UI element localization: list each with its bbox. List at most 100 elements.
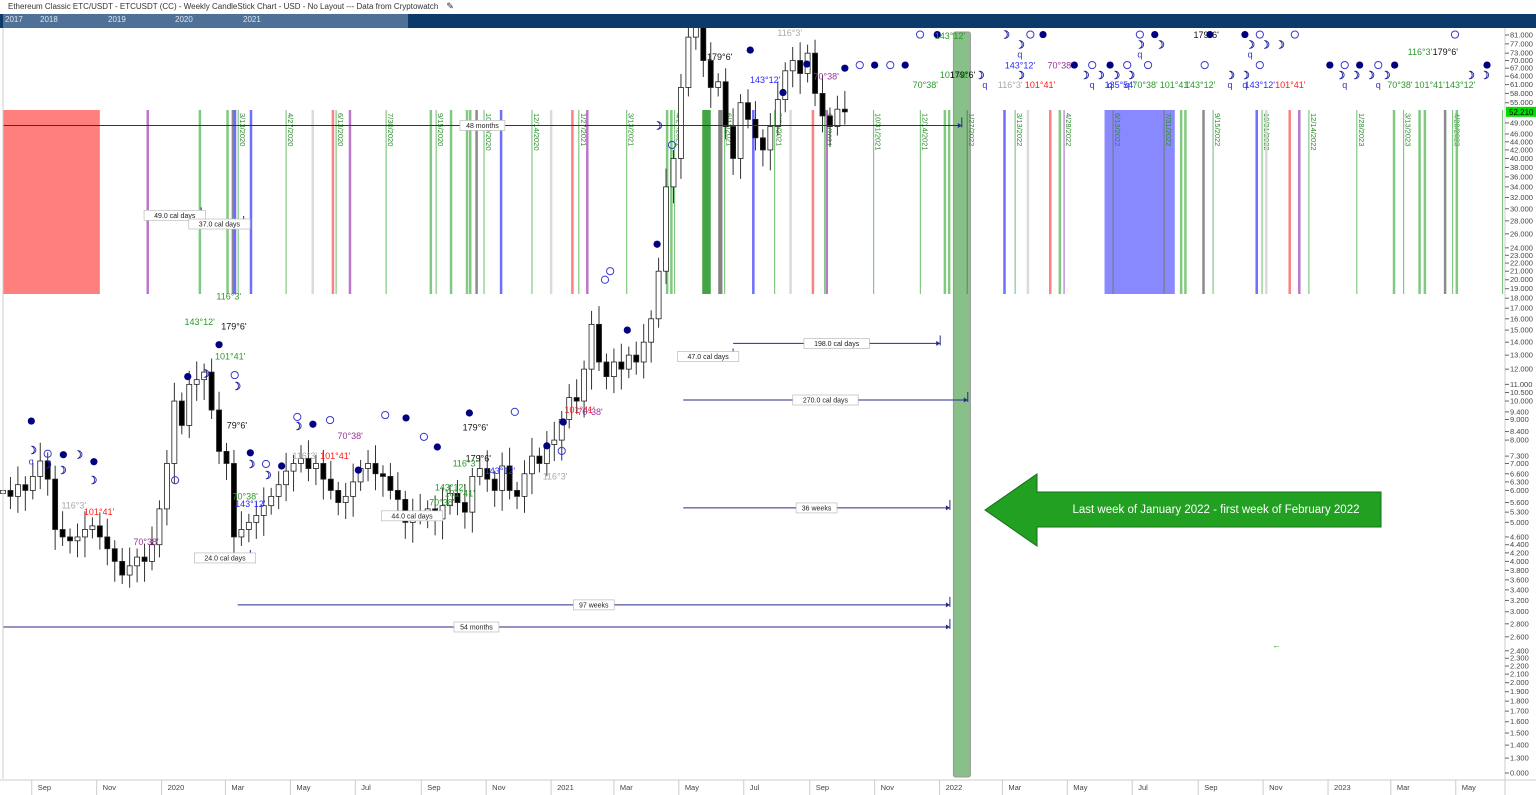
candle-up — [238, 529, 245, 538]
candle-down — [730, 126, 736, 159]
measure-arrowhead — [945, 602, 950, 608]
new-moon-marker — [293, 412, 302, 422]
price-tick-label: 2.600 — [1510, 632, 1529, 641]
full-moon-marker — [402, 414, 410, 422]
time-tick-label: 2023 — [1334, 783, 1351, 792]
aspect-label: 70°38' — [577, 407, 603, 417]
crescent-moon-icon: ☽ — [73, 450, 83, 462]
price-tick-label: 1.500 — [1510, 729, 1529, 738]
new-moon-marker — [170, 476, 180, 485]
aspect-label: 116°3' — [216, 291, 241, 301]
candle-down — [722, 81, 729, 127]
cycle-band-darkgray — [718, 110, 723, 294]
candle-down — [603, 361, 610, 377]
candle-up — [283, 470, 290, 486]
new-moon-marker — [600, 275, 610, 284]
node-glyph-icon: q — [1376, 80, 1381, 90]
full-moon-marker — [543, 442, 551, 450]
aspect-label: 143°12' — [1245, 80, 1276, 90]
candle-up — [342, 495, 349, 503]
cycle-date-label: 10/31/2021 — [874, 113, 883, 151]
measure-label: 24.0 cal days — [204, 555, 246, 562]
crescent-moon-icon: ☽ — [27, 445, 37, 457]
candle-down — [22, 484, 29, 491]
candle-down — [380, 473, 386, 477]
candle-up — [149, 544, 155, 562]
new-moon-marker — [1123, 60, 1132, 70]
candle-up — [625, 354, 632, 370]
node-glyph-icon: q — [1342, 80, 1347, 90]
candle-up — [640, 341, 647, 363]
aspect-label: 101°41' — [215, 351, 246, 361]
full-moon-marker — [1483, 61, 1491, 69]
time-tick-label: Sep — [1204, 783, 1217, 792]
aspect-label: 101°41' — [84, 507, 115, 517]
full-moon-marker — [1391, 61, 1399, 69]
price-tick-label: 13.000 — [1510, 351, 1533, 360]
full-moon-marker — [278, 462, 286, 470]
aspect-label: 143°12' — [935, 31, 966, 41]
price-tick-label: 58.000 — [1510, 89, 1533, 98]
price-tick-label: 40.000 — [1510, 154, 1533, 163]
crescent-moon-icon: ☽ — [1350, 70, 1360, 82]
full-moon-marker — [871, 61, 879, 69]
candle-up — [268, 495, 275, 507]
aspect-label: 179°6' — [1194, 30, 1220, 40]
candle-down — [59, 529, 66, 538]
time-axis[interactable]: Sep Nov 2020 Mar May Jul Sep Nov 2021 Mar May Jul Se… — [31, 780, 1476, 795]
candle-down — [819, 93, 826, 117]
aspect-label: 70°38' — [1132, 80, 1158, 90]
crescent-moon-icon: ☽ — [57, 465, 67, 477]
cycle-date-label: 3/13/2021 — [627, 113, 636, 146]
price-tick-label: 1.400 — [1510, 741, 1529, 750]
price-tick-label: 0.000 — [1510, 769, 1529, 778]
candle-up — [193, 379, 200, 385]
time-tick-label: May — [685, 783, 699, 792]
candle-up — [774, 99, 781, 127]
new-moon-marker — [855, 60, 864, 70]
time-tick-label: Mar — [1397, 783, 1410, 792]
full-moon-marker — [433, 443, 441, 451]
new-moon-marker — [1200, 60, 1209, 70]
price-axis[interactable]: 81.00077.00073.00070.00067.00064.00061.0… — [1505, 30, 1536, 778]
aspect-label: 70°38' — [429, 498, 455, 508]
aspect-label: 143°12' — [750, 75, 781, 85]
measure-label: 47.0 cal days — [688, 354, 730, 361]
new-moon-marker — [915, 30, 925, 39]
new-moon-marker — [1026, 30, 1035, 39]
aspect-label: 70°38' — [1387, 80, 1413, 90]
crescent-moon-icon: ☽ — [231, 381, 241, 393]
candle-down — [394, 490, 401, 500]
full-moon-marker — [215, 341, 223, 349]
crescent-moon-icon: ☽ — [1155, 39, 1165, 51]
aspect-label: 143°12' — [185, 317, 216, 327]
price-tick-label: 3.400 — [1510, 585, 1529, 594]
price-tick-label: 12.000 — [1510, 365, 1533, 374]
full-moon-marker — [184, 372, 192, 381]
aspect-label: 143°12' — [485, 466, 516, 476]
cycle-band-green — [702, 110, 711, 294]
candle-down — [596, 323, 602, 363]
time-tick-label: Jul — [750, 783, 760, 792]
full-moon-marker — [901, 61, 909, 69]
cycle-date-label: 12/14/2020 — [532, 113, 541, 151]
new-moon-marker — [1088, 60, 1097, 70]
candle-up — [171, 400, 178, 464]
candle-up — [89, 525, 96, 530]
new-moon-marker — [419, 432, 429, 441]
price-tick-label: 32.000 — [1510, 193, 1533, 202]
candlestick-chart[interactable]: 3/13/2020 4/27/2020 6/13/2020 7/30/2020 9/15… — [0, 0, 1536, 795]
annotation-text: Last week of January 2022 - first week o… — [1072, 504, 1359, 516]
new-moon-marker — [1450, 30, 1460, 39]
cycle-date-label: 9/15/2022 — [1213, 113, 1222, 146]
cycle-date-label: 6/13/2020 — [336, 113, 345, 146]
price-tick-label: 28.000 — [1510, 216, 1533, 225]
candle-up — [611, 361, 617, 377]
aspect-label: 143°12' — [1445, 80, 1476, 90]
full-moon-marker — [779, 88, 787, 97]
time-tick-label: Jul — [361, 783, 371, 792]
candle-up — [365, 463, 371, 469]
aspect-label: 143°12' — [235, 499, 266, 509]
price-tick-label: 7.000 — [1510, 459, 1529, 468]
candle-up — [529, 455, 535, 475]
